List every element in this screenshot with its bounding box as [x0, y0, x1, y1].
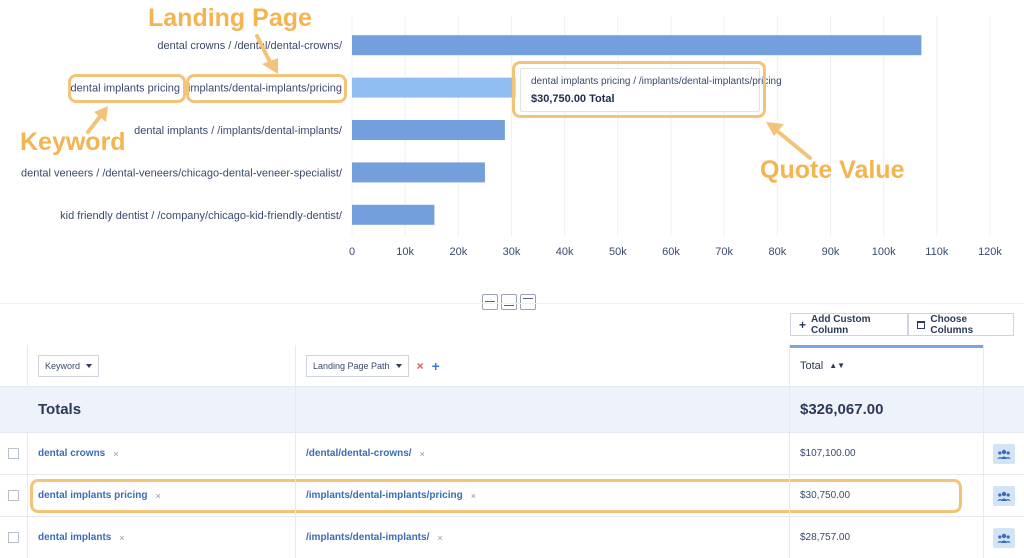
x-tick-label: 10k: [396, 246, 414, 258]
bar[interactable]: [352, 204, 435, 225]
x-tick-label: 120k: [978, 246, 1002, 258]
x-tick-label: 0: [349, 246, 355, 258]
table-header-row: Keyword Landing Page Path × + Total ▲▼: [0, 345, 1024, 387]
annotation-keyword: Keyword: [20, 128, 126, 156]
section-divider: [0, 303, 1024, 304]
remove-filter-icon[interactable]: ×: [113, 449, 118, 459]
remove-filter-icon[interactable]: ×: [119, 533, 124, 543]
remove-filter-icon[interactable]: ×: [437, 533, 442, 543]
total-header-label: Total: [800, 359, 824, 372]
people-icon: [997, 449, 1011, 459]
totals-label: Totals: [38, 401, 82, 418]
plus-icon: +: [799, 317, 807, 332]
add-custom-column-button[interactable]: + Add Custom Column: [790, 313, 908, 336]
sort-icon[interactable]: ▲▼: [829, 361, 845, 370]
x-tick-label: 80k: [768, 246, 786, 258]
table-view-icon[interactable]: [520, 294, 536, 310]
choose-columns-button[interactable]: Choose Columns: [908, 313, 1014, 336]
chevron-down-icon: [86, 363, 93, 368]
keyword-link[interactable]: dental implants pricing: [38, 490, 147, 501]
landing-page-select-label: Landing Page Path: [313, 360, 390, 371]
table-row: dental crowns × /dental/dental-crowns/ ×…: [0, 433, 1024, 475]
x-tick-label: 60k: [662, 246, 680, 258]
choose-columns-label: Choose Columns: [930, 313, 974, 336]
add-dimension-icon[interactable]: +: [432, 358, 440, 374]
bar-chart: dental crowns / /dental/dental-crowns/de…: [21, 16, 1002, 258]
chart-view-icon[interactable]: [501, 294, 517, 310]
table-row: dental implants pricing × /implants/dent…: [0, 475, 1024, 517]
row-checkbox[interactable]: [8, 532, 19, 543]
totals-row: Totals $326,067.00: [0, 387, 1024, 433]
bar[interactable]: [352, 162, 485, 183]
landing-page-path-select[interactable]: Landing Page Path: [306, 354, 409, 377]
x-tick-label: 50k: [609, 246, 627, 258]
x-tick-label: 100k: [872, 246, 896, 258]
row-checkbox[interactable]: [8, 490, 19, 501]
annotation-quote-value: Quote Value: [760, 156, 905, 184]
total-value: $28,757.00: [800, 532, 851, 543]
remove-filter-icon[interactable]: ×: [471, 491, 476, 501]
landing-page-link[interactable]: /implants/dental-implants/: [306, 532, 429, 543]
people-button[interactable]: [993, 527, 1015, 548]
table-row: dental implants × /implants/dental-impla…: [0, 517, 1024, 558]
chart-tooltip: dental implants pricing / /implants/dent…: [520, 68, 782, 112]
keyword-link[interactable]: dental crowns: [38, 448, 105, 459]
people-icon: [997, 491, 1011, 501]
total-value: $107,100.00: [800, 448, 856, 459]
chevron-down-icon: [395, 363, 402, 368]
remove-filter-icon[interactable]: ×: [155, 491, 160, 501]
keyword-dimension-select[interactable]: Keyword: [38, 354, 100, 377]
y-axis-label: dental veneers / /dental-veneers/chicago…: [21, 167, 343, 179]
x-tick-label: 30k: [503, 246, 521, 258]
tooltip-title: dental implants pricing / /implants/dent…: [531, 76, 782, 87]
total-value: $30,750.00: [800, 490, 851, 501]
columns-icon: [917, 320, 926, 329]
y-axis-label: kid friendly dentist / /company/chicago-…: [60, 210, 343, 222]
total-column-header[interactable]: Total ▲▼: [800, 360, 845, 372]
x-tick-label: 90k: [822, 246, 840, 258]
people-icon: [997, 533, 1011, 543]
remove-filter-icon[interactable]: ×: [420, 449, 425, 459]
landing-page-link[interactable]: /implants/dental-implants/pricing: [306, 490, 463, 501]
bar[interactable]: [352, 120, 505, 140]
y-axis-label-path: implants/dental-implants/pricing: [188, 83, 342, 95]
x-tick-label: 70k: [715, 246, 733, 258]
totals-value: $326,067.00: [800, 401, 884, 418]
bar[interactable]: [352, 35, 922, 56]
row-checkbox[interactable]: [8, 448, 19, 459]
view-toggles: [482, 294, 536, 310]
add-custom-column-label: Add Custom Column: [811, 313, 871, 336]
y-axis-label-keyword: dental implants pricing: [71, 83, 180, 95]
bar[interactable]: [352, 77, 516, 98]
keyword-select-label: Keyword: [45, 360, 81, 371]
tooltip-value: $30,750.00 Total: [531, 93, 615, 105]
y-axis-label: dental crowns / /dental/dental-crowns/: [157, 40, 343, 52]
x-tick-label: 40k: [556, 246, 574, 258]
split-view-icon[interactable]: [482, 294, 498, 310]
keyword-link[interactable]: dental implants: [38, 532, 111, 543]
people-button[interactable]: [993, 443, 1015, 464]
x-tick-label: 110k: [925, 246, 949, 258]
annotation-landing-page: Landing Page: [148, 4, 312, 32]
landing-page-link[interactable]: /dental/dental-crowns/: [306, 448, 412, 459]
x-tick-label: 20k: [449, 246, 467, 258]
people-button[interactable]: [993, 485, 1015, 506]
y-axis-label: dental implants / /implants/dental-impla…: [134, 125, 343, 137]
remove-dimension-icon[interactable]: ×: [417, 359, 424, 373]
